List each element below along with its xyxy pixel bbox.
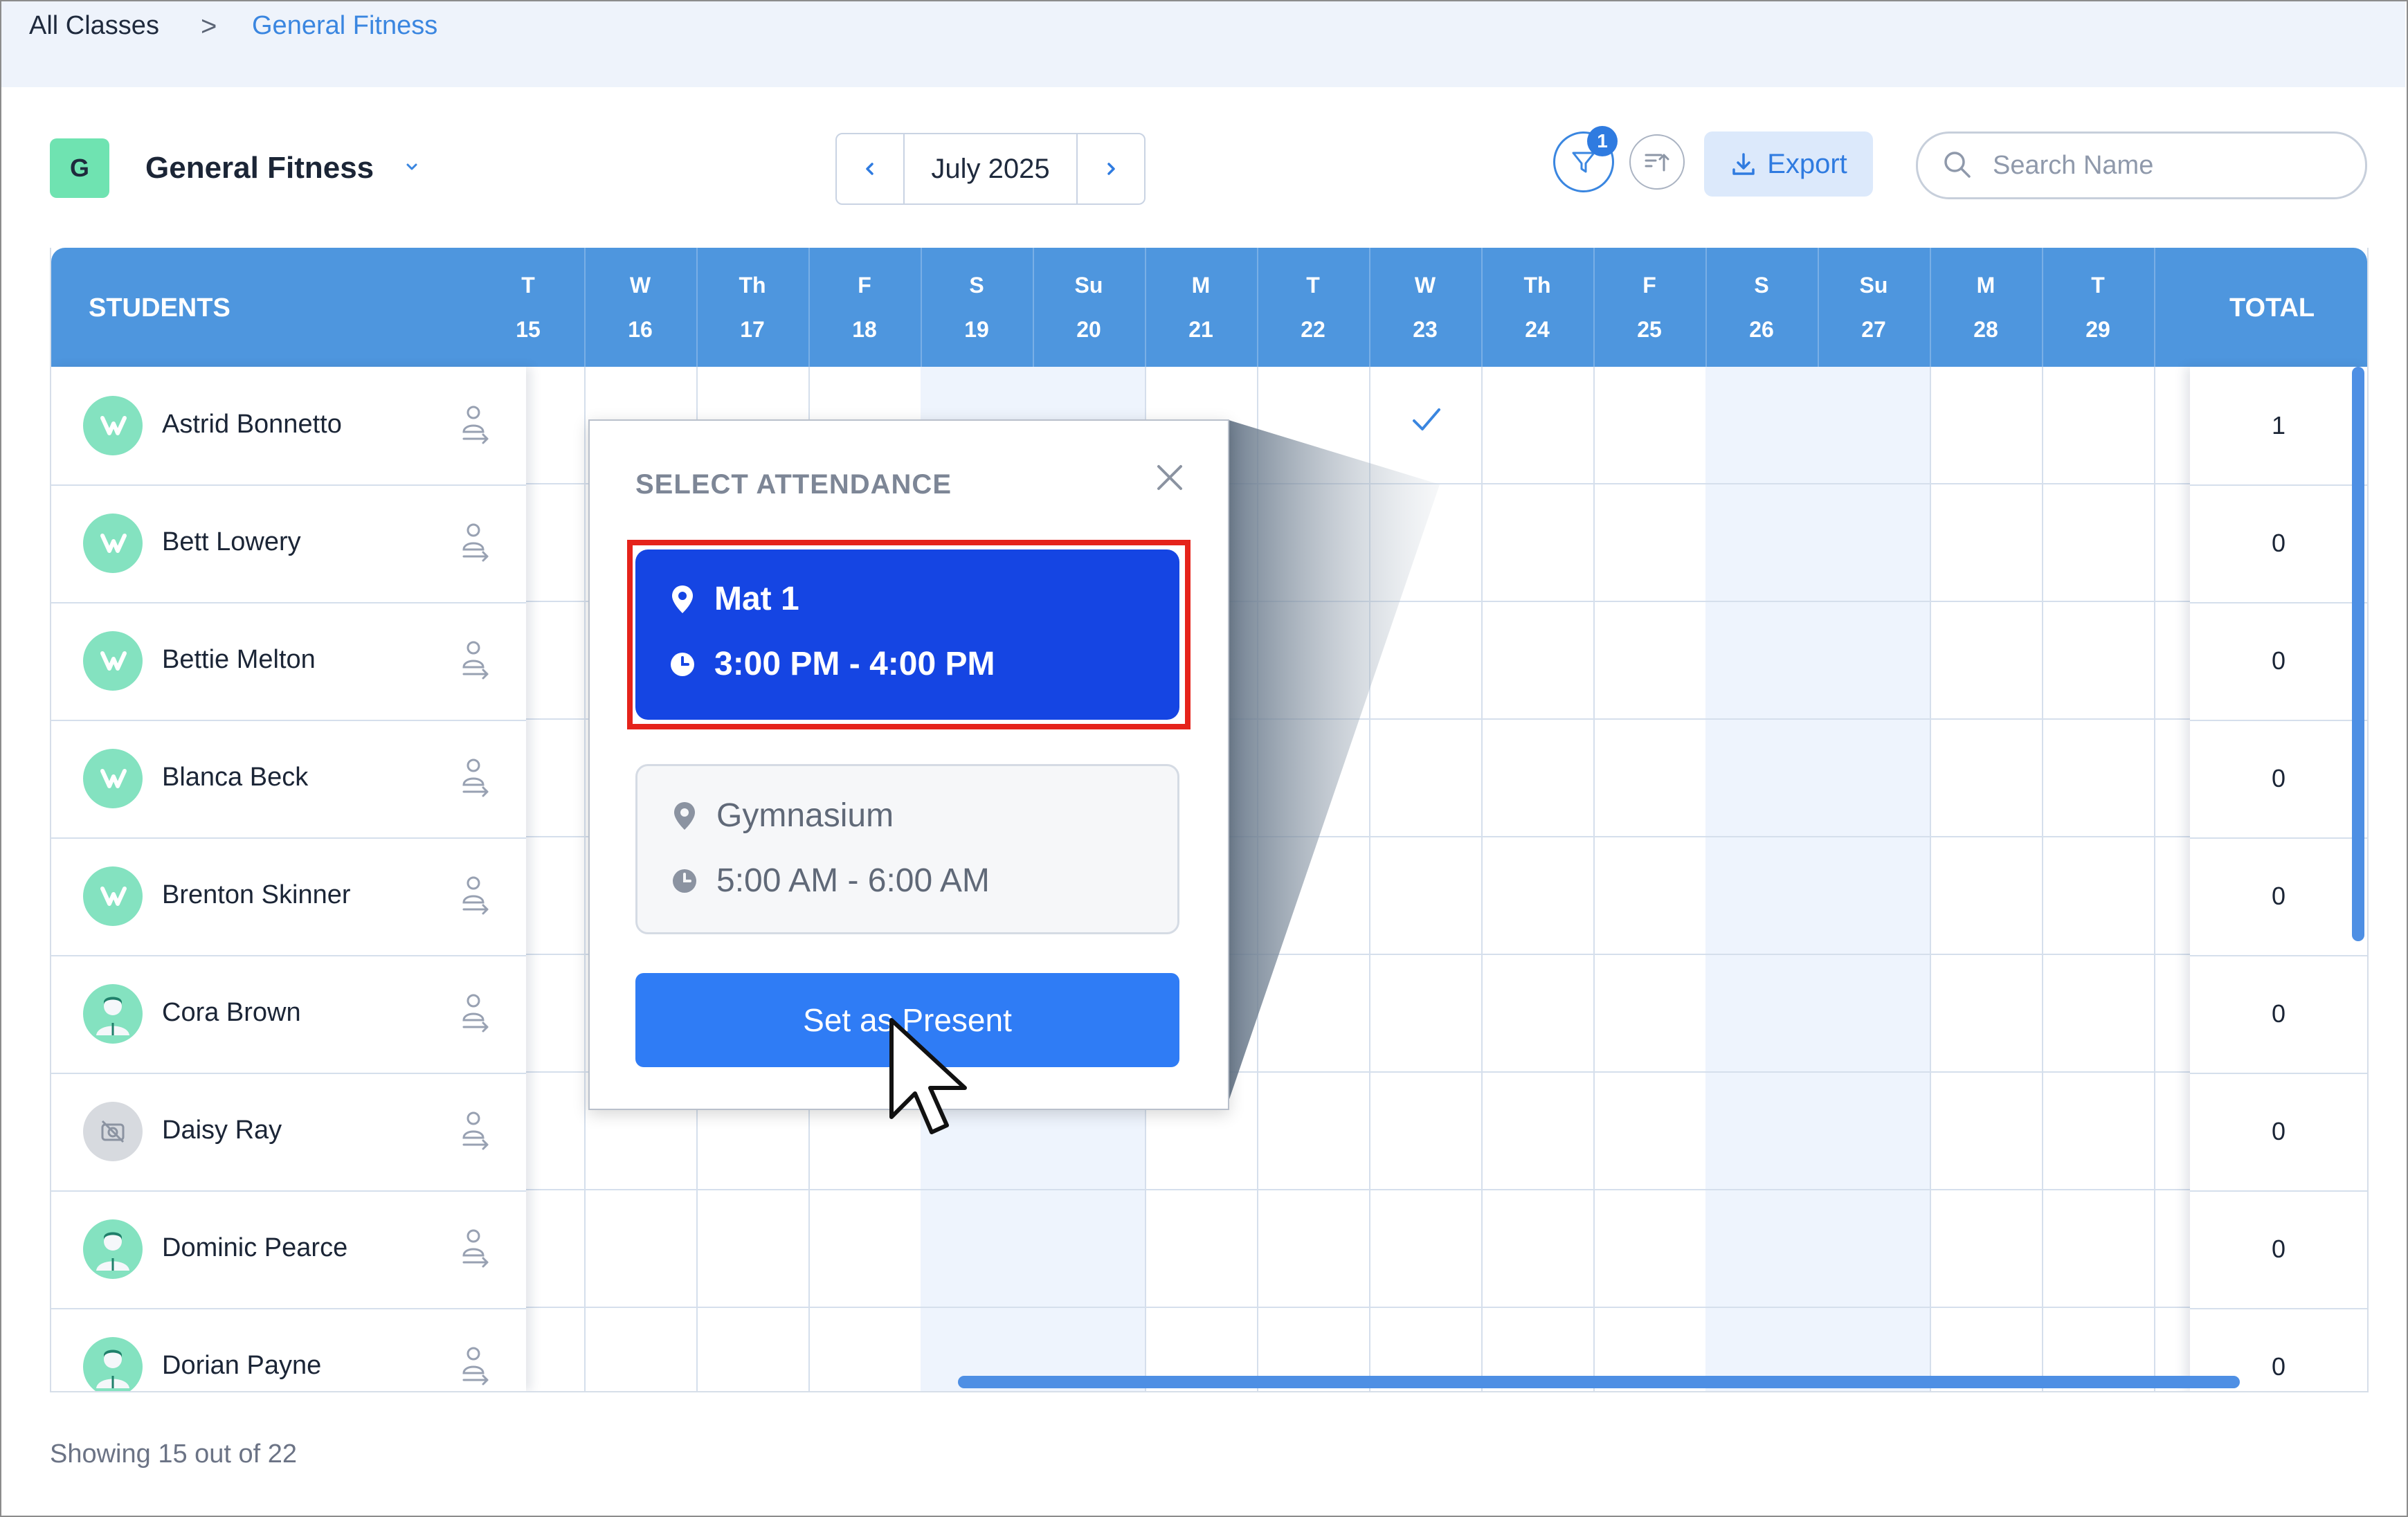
popover-title: SELECT ATTENDANCE [635, 469, 952, 500]
close-icon [1157, 465, 1182, 490]
slot-option[interactable]: Gymnasium 5:00 AM - 6:00 AM [635, 764, 1179, 934]
attendance-popover: SELECT ATTENDANCE Mat 1 3:00 PM - 4:00 P… [588, 419, 1229, 1110]
selection-highlight-frame [627, 540, 1191, 729]
close-button[interactable] [1150, 458, 1189, 497]
slot-time-row: 5:00 AM - 6:00 AM [671, 862, 990, 900]
slot-location-row: Gymnasium [671, 797, 894, 835]
slot-location: Gymnasium [716, 797, 894, 834]
location-pin-icon [674, 801, 695, 830]
mouse-cursor-icon [889, 1018, 967, 1134]
slot-time: 5:00 AM - 6:00 AM [716, 862, 990, 899]
clock-icon [673, 869, 696, 893]
